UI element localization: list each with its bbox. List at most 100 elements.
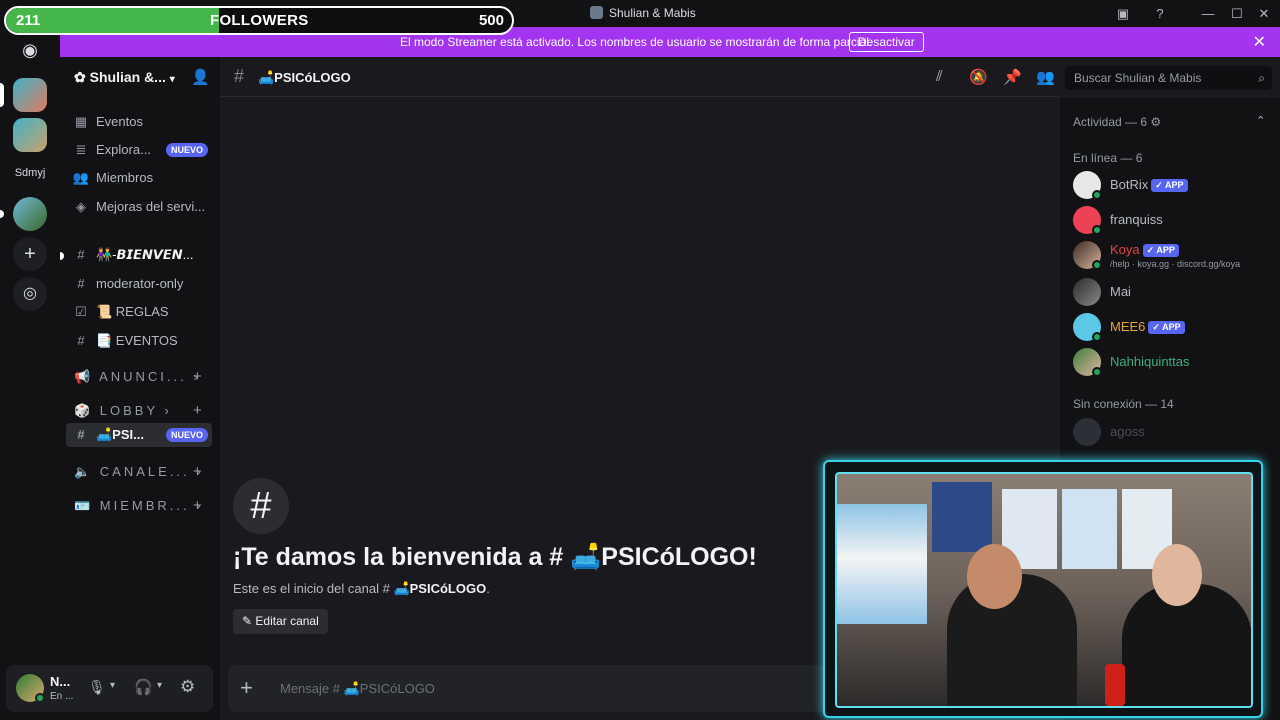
channel-reglas[interactable]: ☑ 📜 REGLAS	[72, 300, 214, 324]
discord-home-icon[interactable]: ◉	[13, 33, 47, 67]
selected-server-pill	[0, 83, 4, 107]
close-icon[interactable]: ✕	[1253, 32, 1266, 52]
hash-icon: #	[77, 247, 85, 262]
member-agoss[interactable]: agoss	[1073, 416, 1273, 448]
chevron-down-icon: ▾	[169, 74, 175, 85]
add-channel-icon[interactable]: +	[193, 497, 202, 514]
member-list-icon[interactable]: 👥	[1036, 68, 1055, 86]
unread-pill	[0, 210, 4, 218]
new-badge: NUEVO	[165, 428, 208, 442]
gear-icon[interactable]: ⚙	[180, 677, 195, 697]
members-icon: 👥	[72, 170, 90, 185]
window-title: Shulian & Mabis	[590, 6, 696, 20]
chevron-up-icon[interactable]: ⌃	[1256, 114, 1265, 127]
member-botrix[interactable]: BotRix ✓ APP	[1073, 169, 1273, 201]
channel-eventos[interactable]: # 📑 EVENTOS	[72, 329, 214, 353]
add-server-icon[interactable]: +	[13, 237, 47, 271]
member-activity: /help · koya.gg · discord.gg/koya	[1110, 259, 1241, 269]
nav-explore[interactable]: ≣ Explora... NUEVO	[72, 138, 214, 162]
add-channel-icon[interactable]: +	[193, 368, 202, 385]
message-input[interactable]: Mensaje # 🛋️PSICóLOGO	[280, 681, 435, 697]
welcome-subtitle: Este es el inicio del canal # 🛋️PSICóLOG…	[233, 581, 490, 596]
category-lobby[interactable]: 🎲 LOBBY ›	[74, 403, 172, 419]
offline-header: Sin conexión — 14	[1073, 397, 1174, 411]
chevron-down-icon[interactable]: ▾	[110, 680, 115, 691]
discover-icon[interactable]: ◎	[13, 277, 47, 311]
avatar	[1073, 418, 1101, 446]
member-name: BotRix ✓ APP	[1110, 177, 1188, 192]
disable-streamer-button[interactable]: Desactivar	[849, 32, 924, 52]
member-franquiss[interactable]: franquiss	[1073, 204, 1273, 236]
followers-goal-bar: 211 FOLLOWERS 500	[4, 6, 514, 35]
online-header: En línea — 6	[1073, 151, 1143, 165]
nav-boosts[interactable]: ◈ Mejoras del servi...	[72, 195, 214, 219]
server-avatar[interactable]	[13, 197, 47, 231]
server-header[interactable]: ✿ Shulian &... ▾	[74, 69, 175, 86]
banner-text: El modo Streamer está activado. Los nomb…	[400, 35, 873, 49]
boost-icon: ◈	[76, 199, 86, 214]
webcam-video	[835, 472, 1253, 708]
unread-indicator	[60, 252, 64, 260]
calendar-icon: ▦	[74, 114, 88, 129]
channel-bienvenida[interactable]: # 👫-𝘽𝙄𝙀𝙉𝙑𝙀𝙉...	[72, 243, 214, 267]
nav-members[interactable]: 👥 Miembros	[72, 166, 214, 190]
username: N...	[50, 674, 71, 689]
member-name: agoss	[1110, 424, 1145, 439]
server-avatar[interactable]	[13, 78, 47, 112]
invite-icon[interactable]: 👤	[191, 68, 210, 86]
user-panel: N... En ... 🎙 ▾ 🎧 ▾ ⚙	[6, 665, 213, 712]
member-mee6[interactable]: MEE6 ✓ APP	[1073, 311, 1273, 343]
close-window-button[interactable]: ✕	[1254, 4, 1274, 24]
edit-channel-button[interactable]: ✎ Editar canal	[233, 609, 328, 634]
threads-icon[interactable]: ⫽	[936, 68, 943, 85]
member-mai[interactable]: Mai	[1073, 276, 1273, 308]
pin-icon[interactable]: 📌	[1003, 68, 1022, 86]
minimize-button[interactable]: —	[1198, 4, 1218, 24]
member-name: Nahhiquinttas	[1110, 354, 1190, 369]
headphones-icon[interactable]: 🎧	[134, 678, 153, 696]
person-face-image	[967, 544, 1022, 609]
person-face-image	[1152, 544, 1202, 606]
app-badge: ✓ APP	[1142, 244, 1179, 257]
online-status-dot	[1092, 260, 1102, 270]
add-channel-icon[interactable]: +	[193, 463, 202, 480]
category-canales[interactable]: 🔈 CANALE... ›	[74, 464, 204, 480]
server-icon	[590, 6, 603, 19]
member-name: Mai	[1110, 284, 1131, 299]
online-status-dot	[1092, 225, 1102, 235]
inbox-icon[interactable]: ▣	[1113, 4, 1133, 24]
microphone-icon[interactable]: 🎙	[88, 679, 106, 696]
mute-icon[interactable]: 🔕	[969, 68, 988, 86]
member-nahhiquinttas[interactable]: Nahhiquinttas	[1073, 346, 1273, 378]
flag-image	[837, 504, 927, 624]
online-status-dot	[35, 693, 45, 703]
nav-events[interactable]: ▦ Eventos	[72, 110, 214, 134]
server-rail: ◉ Sdmyj + ◎	[0, 27, 60, 720]
channel-hash-icon: #	[233, 478, 289, 534]
message-composer[interactable]: + Mensaje # 🛋️PSICóLOGO	[228, 665, 828, 712]
webcam-overlay	[823, 460, 1263, 718]
server-text-icon[interactable]: Sdmyj	[13, 156, 47, 190]
rules-icon: ☑	[75, 304, 87, 319]
avatar	[1073, 278, 1101, 306]
server-avatar[interactable]	[13, 118, 47, 152]
channel-moderator-only[interactable]: # moderator-only	[72, 272, 214, 296]
server-badge-icon: ✿	[74, 69, 90, 85]
help-icon[interactable]: ?	[1150, 4, 1170, 24]
channel-sidebar: ✿ Shulian &... ▾ 👤 ▦ Eventos ≣ Explora... N…	[60, 57, 220, 720]
activity-header[interactable]: Actividad — 6 ⚙	[1073, 115, 1161, 129]
channel-psicologo[interactable]: # 🛋️PSI... NUEVO	[72, 423, 214, 447]
app-badge: ✓ APP	[1151, 179, 1188, 192]
online-status-dot	[1092, 190, 1102, 200]
hash-icon: #	[77, 427, 85, 442]
add-channel-icon[interactable]: +	[193, 402, 202, 419]
chevron-down-icon[interactable]: ▾	[157, 680, 162, 691]
maximize-button[interactable]: ☐	[1227, 4, 1247, 24]
search-input[interactable]: Buscar Shulian & Mabis ⌕	[1065, 66, 1272, 90]
hash-icon: #	[77, 333, 85, 348]
category-anuncios[interactable]: 📢 ANUNCI... ›	[74, 369, 201, 385]
member-koya[interactable]: Koya ✓ APP /help · koya.gg · discord.gg/k…	[1073, 239, 1273, 275]
member-name: MEE6 ✓ APP	[1110, 319, 1185, 334]
attach-icon[interactable]: +	[240, 675, 253, 701]
category-miembros[interactable]: 🪪 MIEMBR... ›	[74, 498, 204, 514]
